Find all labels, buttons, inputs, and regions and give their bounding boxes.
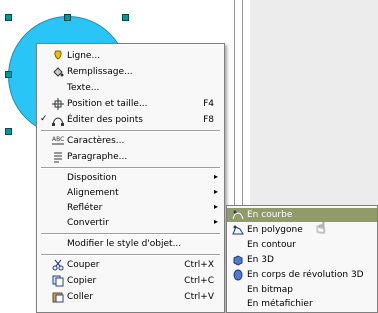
submenu-item-en-3d[interactable]: En 3D <box>227 253 377 267</box>
menu-item-label: Disposition <box>67 173 117 183</box>
3d-icon <box>231 254 245 266</box>
menu-item-ligne[interactable]: Ligne... <box>37 48 224 64</box>
menu-item-editer-points[interactable]: ✓ Éditer des points F8 <box>37 112 224 128</box>
menu-item-label: Coller <box>67 292 94 302</box>
paste-icon <box>51 290 65 304</box>
menu-item-label: Alignement <box>67 188 119 198</box>
menu-item-label: Éditer des points <box>67 115 143 125</box>
shortcut-label: F8 <box>203 115 214 125</box>
selection-handle[interactable] <box>5 14 12 21</box>
line-icon <box>51 49 65 63</box>
submenu-item-label: En 3D <box>247 255 274 265</box>
menu-item-label: Refléter <box>67 203 103 213</box>
paragraph-icon <box>51 150 65 164</box>
shortcut-label: F4 <box>203 99 214 109</box>
hand-cursor-icon: ☝ <box>316 218 326 237</box>
selection-handle[interactable] <box>5 128 12 135</box>
menu-item-label: Convertir <box>67 218 109 228</box>
selection-handle[interactable] <box>122 14 129 21</box>
menu-item-modifier-style[interactable]: Modifier le style d'objet... <box>37 236 224 252</box>
curve-icon <box>231 209 245 221</box>
menu-item-copier[interactable]: Copier Ctrl+C <box>37 273 224 289</box>
menu-item-label: Position et taille... <box>67 99 148 109</box>
characters-icon: ABC <box>51 134 65 148</box>
submenu-arrow-icon: ▸ <box>213 202 218 211</box>
shortcut-label: Ctrl+X <box>184 260 214 270</box>
context-menu: Ligne... Remplissage... Texte... Positio… <box>36 43 225 313</box>
menu-item-disposition[interactable]: Disposition ▸ <box>37 170 224 186</box>
svg-text:ABC: ABC <box>52 136 64 143</box>
submenu-item-en-contour[interactable]: En contour <box>227 238 377 252</box>
submenu-arrow-icon: ▸ <box>213 187 218 196</box>
selection-handle[interactable] <box>64 14 71 21</box>
selection-handle[interactable] <box>5 71 12 78</box>
menu-item-label: Caractères... <box>67 136 125 146</box>
shortcut-label: Ctrl+C <box>184 276 214 286</box>
submenu-item-label: En corps de révolution 3D <box>247 270 364 280</box>
menu-item-alignement[interactable]: Alignement ▸ <box>37 185 224 201</box>
menu-item-coller[interactable]: Coller Ctrl+V <box>37 289 224 305</box>
copy-icon <box>51 274 65 288</box>
menu-item-caracteres[interactable]: ABC Caractères... <box>37 133 224 149</box>
fill-icon <box>51 65 65 79</box>
menu-item-texte[interactable]: Texte... <box>37 80 224 96</box>
submenu-arrow-icon: ▸ <box>213 172 218 181</box>
scissors-icon <box>51 258 65 272</box>
menu-item-label: Copier <box>67 276 97 286</box>
submenu-item-label: En polygone <box>247 225 303 235</box>
menu-item-paragraphe[interactable]: Paragraphe... <box>37 149 224 165</box>
menu-item-label: Paragraphe... <box>67 152 128 162</box>
submenu-item-label: En contour <box>247 240 296 250</box>
menu-item-label: Texte... <box>67 83 100 93</box>
menu-item-couper[interactable]: Couper Ctrl+X <box>37 257 224 273</box>
menu-item-position-taille[interactable]: Position et taille... F4 <box>37 96 224 112</box>
submenu-item-en-polygone[interactable]: En polygone <box>227 223 377 237</box>
menu-separator <box>41 233 220 235</box>
submenu-item-en-bitmap[interactable]: En bitmap <box>227 283 377 297</box>
convertir-submenu: En courbe En polygone En contour En 3D E… <box>226 205 378 313</box>
menu-item-label: Modifier le style d'objet... <box>67 239 182 249</box>
menu-item-convertir[interactable]: Convertir ▸ <box>37 215 224 231</box>
menu-item-label: Remplissage... <box>67 67 133 77</box>
submenu-item-en-courbe[interactable]: En courbe <box>227 208 377 222</box>
menu-item-label: Couper <box>67 260 100 270</box>
menu-item-remplissage[interactable]: Remplissage... <box>37 64 224 80</box>
menu-separator <box>41 130 220 132</box>
shortcut-label: Ctrl+V <box>184 292 214 302</box>
position-icon <box>51 97 65 111</box>
submenu-item-label: En métafichier <box>247 299 313 309</box>
menu-item-label: Ligne... <box>67 51 101 61</box>
menu-separator <box>41 254 220 256</box>
menu-item-refleter[interactable]: Refléter ▸ <box>37 200 224 216</box>
checkmark-icon: ✓ <box>40 114 48 124</box>
rotation-body-icon <box>231 269 245 281</box>
polygon-icon <box>231 224 245 236</box>
submenu-item-en-metafichier[interactable]: En métafichier <box>227 297 377 311</box>
submenu-item-label: En courbe <box>247 210 293 220</box>
submenu-item-label: En bitmap <box>247 285 293 295</box>
submenu-item-en-corps-revolution-3d[interactable]: En corps de révolution 3D <box>227 268 377 282</box>
points-icon <box>51 113 65 127</box>
menu-separator <box>41 167 220 169</box>
submenu-arrow-icon: ▸ <box>213 217 218 226</box>
